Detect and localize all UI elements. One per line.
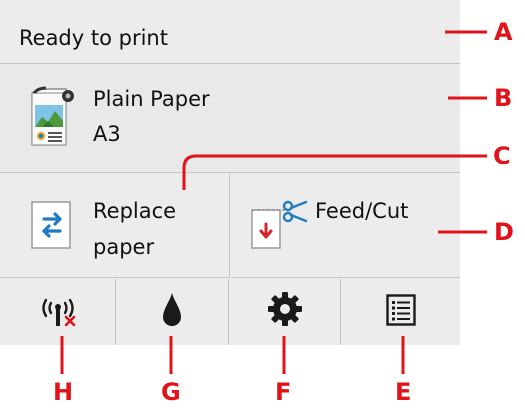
callout-lines bbox=[60, 30, 487, 374]
callout-label-a: A bbox=[494, 18, 513, 46]
callout-label-h: H bbox=[53, 378, 74, 406]
callout-label-g: G bbox=[161, 378, 181, 406]
callout-label-b: B bbox=[494, 84, 513, 112]
callout-label-d: D bbox=[494, 218, 514, 246]
callout-label-f: F bbox=[275, 378, 292, 406]
callout-label-c: C bbox=[493, 142, 511, 170]
callout-label-e: E bbox=[395, 378, 412, 406]
